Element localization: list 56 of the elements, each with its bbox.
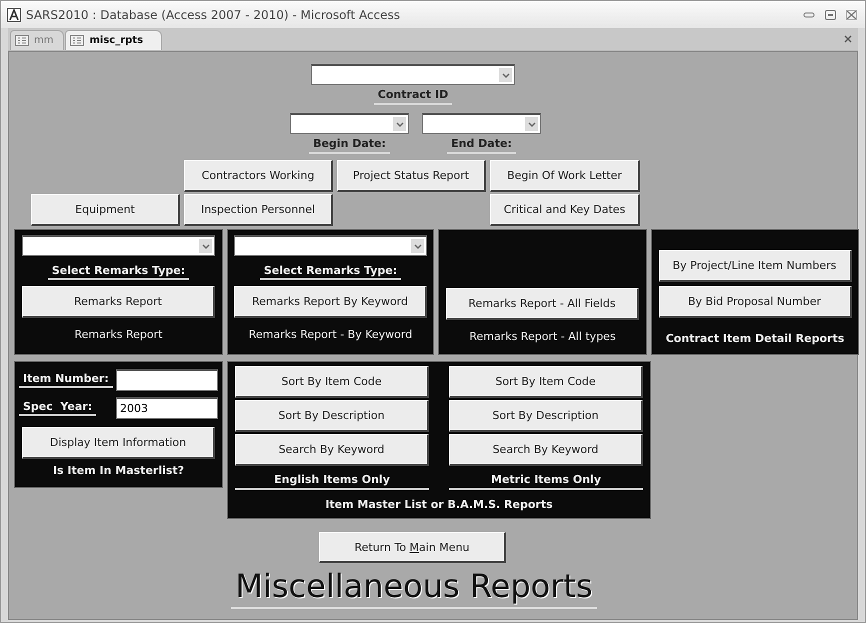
column-caption: Metric Items Only bbox=[449, 468, 643, 490]
item-list-button[interactable]: Sort By Description bbox=[235, 400, 429, 432]
document-tab[interactable]: misc_rpts bbox=[65, 30, 162, 50]
item-list-button[interactable]: Sort By Item Code bbox=[235, 366, 429, 398]
chevron-down-icon bbox=[202, 244, 210, 248]
remarks-report-button[interactable]: Remarks Report By Keyword bbox=[234, 286, 427, 318]
column-caption: English Items Only bbox=[235, 468, 429, 490]
report-button[interactable]: Inspection Personnel bbox=[184, 194, 333, 226]
contract-id-dropdown[interactable] bbox=[311, 64, 515, 85]
panel-caption: Remarks Report - All types bbox=[469, 330, 616, 343]
spec-year-field[interactable]: 2003 bbox=[116, 397, 218, 419]
item-list-button[interactable]: Search By Keyword bbox=[235, 434, 429, 466]
app-icon bbox=[7, 8, 21, 22]
item-list-button[interactable]: Sort By Description bbox=[449, 400, 643, 432]
begin-date-dropdown[interactable] bbox=[290, 113, 409, 134]
item-number-field[interactable] bbox=[116, 369, 218, 391]
report-button[interactable]: Begin Of Work Letter bbox=[490, 160, 640, 192]
minimize-icon[interactable] bbox=[803, 10, 815, 18]
panel-caption: Remarks Report bbox=[74, 328, 162, 341]
remarks-type-dropdown[interactable] bbox=[22, 235, 215, 256]
chevron-down-icon bbox=[502, 72, 510, 78]
contract-item-report-button[interactable]: By Bid Proposal Number bbox=[658, 286, 852, 318]
close-icon[interactable] bbox=[844, 35, 852, 43]
panel-caption: Contract Item Detail Reports bbox=[666, 332, 844, 345]
end-date-label: End Date: bbox=[447, 137, 516, 154]
remarks-type-label: Select Remarks Type: bbox=[260, 264, 402, 280]
panel-caption: Is Item In Masterlist? bbox=[52, 464, 186, 477]
chevron-down-icon bbox=[414, 244, 422, 248]
restore-icon[interactable] bbox=[825, 10, 836, 20]
chevron-down-icon bbox=[396, 122, 404, 126]
item-list-button[interactable]: Search By Keyword bbox=[449, 434, 643, 466]
spec-year-label: Spec Year: bbox=[19, 400, 96, 416]
remarks-type-label: Select Remarks Type: bbox=[48, 264, 190, 280]
return-button[interactable]: Return To Main Menu bbox=[319, 532, 506, 563]
panel-caption: Item Master List or B.A.M.S. Reports bbox=[325, 498, 553, 511]
chevron-down-icon bbox=[528, 122, 536, 126]
report-button[interactable]: Equipment bbox=[31, 194, 180, 226]
report-button[interactable]: Contractors Working bbox=[184, 160, 333, 192]
remarks-report-button[interactable]: Remarks Report bbox=[22, 286, 215, 318]
begin-date-label: Begin Date: bbox=[309, 137, 390, 154]
form-icon bbox=[15, 35, 29, 46]
close-icon[interactable] bbox=[846, 10, 857, 20]
panel-caption: Remarks Report - By Keyword bbox=[248, 328, 412, 341]
form-icon bbox=[70, 35, 84, 46]
contract-id-label: Contract ID bbox=[374, 88, 452, 105]
contract-item-report-button[interactable]: By Project/Line Item Numbers bbox=[658, 250, 852, 282]
end-date-dropdown[interactable] bbox=[422, 113, 541, 134]
window-title: SARS2010 : Database (Access 2007 - 2010) - Microsoft Access bbox=[26, 8, 400, 22]
display-item-button[interactable]: Display Item Information bbox=[22, 427, 215, 459]
remarks-report-button[interactable]: Remarks Report - All Fields bbox=[446, 288, 639, 320]
remarks-type-dropdown[interactable] bbox=[234, 235, 427, 256]
report-button[interactable]: Critical and Key Dates bbox=[490, 194, 640, 226]
report-button[interactable]: Project Status Report bbox=[337, 160, 486, 192]
item-number-label: Item Number: bbox=[19, 372, 113, 388]
form-title: Miscellaneous Reports bbox=[231, 567, 597, 609]
item-list-button[interactable]: Sort By Item Code bbox=[449, 366, 643, 398]
